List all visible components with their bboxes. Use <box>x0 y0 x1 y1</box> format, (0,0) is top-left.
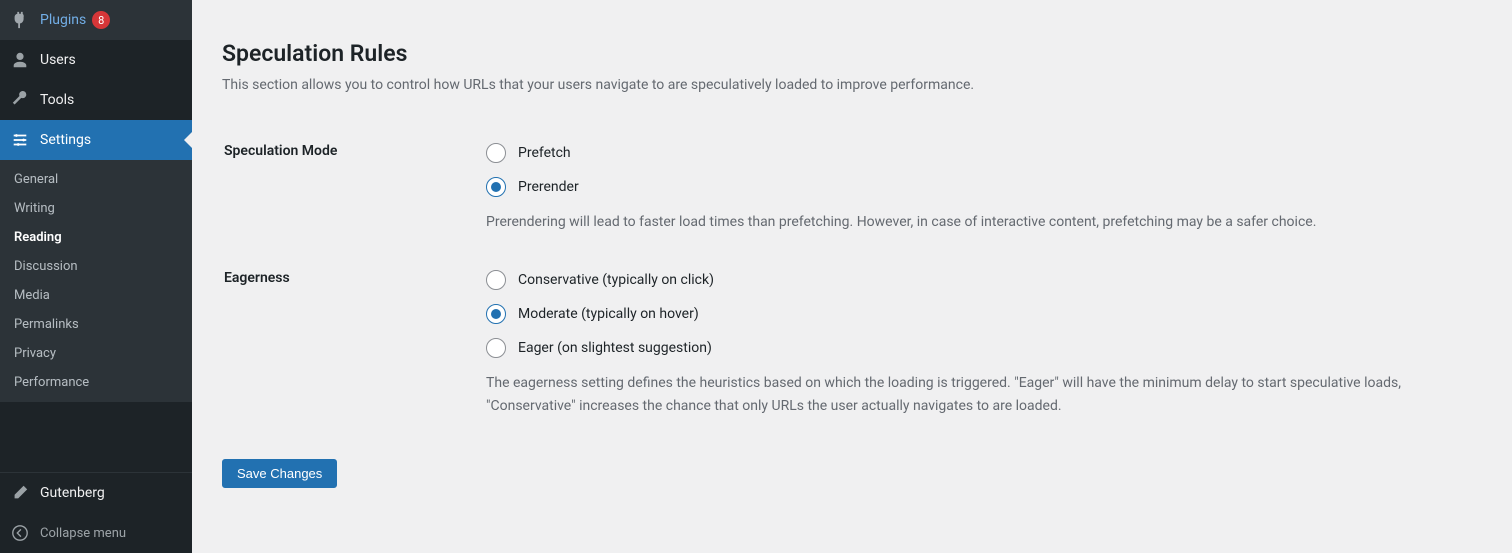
settings-submenu: General Writing Reading Discussion Media… <box>0 160 192 402</box>
eagerness-option-label: Moderate (typically on hover) <box>518 306 699 322</box>
mode-label: Speculation Mode <box>224 128 484 253</box>
eagerness-option-eager[interactable]: Eager (on slightest suggestion) <box>486 338 1470 358</box>
user-icon <box>10 50 30 70</box>
mode-option-label: Prerender <box>518 179 579 195</box>
sidebar-item-settings[interactable]: Settings <box>0 120 192 160</box>
page-title: Speculation Rules <box>222 40 1482 67</box>
eagerness-option-conservative[interactable]: Conservative (typically on click) <box>486 270 1470 290</box>
sidebar-item-label: Plugins <box>40 12 86 28</box>
mode-option-prefetch[interactable]: Prefetch <box>486 143 1470 163</box>
submenu-privacy[interactable]: Privacy <box>0 339 192 368</box>
eagerness-radio-eager[interactable] <box>486 338 506 358</box>
sidebar-item-label: Users <box>40 52 76 68</box>
collapse-menu[interactable]: Collapse menu <box>0 513 192 553</box>
eagerness-option-label: Conservative (typically on click) <box>518 272 714 288</box>
update-badge: 8 <box>92 11 110 29</box>
submenu-permalinks[interactable]: Permalinks <box>0 310 192 339</box>
submenu-media[interactable]: Media <box>0 281 192 310</box>
mode-option-prerender[interactable]: Prerender <box>486 177 1470 197</box>
mode-help: Prerendering will lead to faster load ti… <box>486 211 1446 233</box>
mode-radio-prefetch[interactable] <box>486 143 506 163</box>
collapse-label: Collapse menu <box>40 526 126 541</box>
sidebar-item-label: Gutenberg <box>40 485 105 501</box>
mode-option-label: Prefetch <box>518 145 571 161</box>
admin-sidebar: Plugins 8 Users Tools Settings General W… <box>0 0 192 553</box>
submenu-discussion[interactable]: Discussion <box>0 252 192 281</box>
main-content: Speculation Rules This section allows yo… <box>192 0 1512 553</box>
pencil-icon <box>10 483 30 503</box>
sidebar-item-plugins[interactable]: Plugins 8 <box>0 0 192 40</box>
eagerness-label: Eagerness <box>224 255 484 437</box>
eagerness-radio-moderate[interactable] <box>486 304 506 324</box>
plugin-icon <box>10 10 30 30</box>
submenu-general[interactable]: General <box>0 165 192 194</box>
wrench-icon <box>10 90 30 110</box>
submenu-reading[interactable]: Reading <box>0 223 192 252</box>
submenu-performance[interactable]: Performance <box>0 368 192 397</box>
sidebar-item-label: Tools <box>40 92 74 108</box>
sidebar-item-tools[interactable]: Tools <box>0 80 192 120</box>
sidebar-item-label: Settings <box>40 132 91 148</box>
submenu-writing[interactable]: Writing <box>0 194 192 223</box>
mode-radio-prerender[interactable] <box>486 177 506 197</box>
sliders-icon <box>10 130 30 150</box>
save-button[interactable]: Save Changes <box>222 459 337 488</box>
eagerness-radio-conservative[interactable] <box>486 270 506 290</box>
eagerness-option-moderate[interactable]: Moderate (typically on hover) <box>486 304 1470 324</box>
page-description: This section allows you to control how U… <box>222 75 1482 96</box>
settings-form: Speculation Mode Prefetch Prerender Prer… <box>222 126 1482 439</box>
eagerness-option-label: Eager (on slightest suggestion) <box>518 340 712 356</box>
eagerness-help: The eagerness setting defines the heuris… <box>486 372 1446 417</box>
sidebar-item-gutenberg[interactable]: Gutenberg <box>0 473 192 513</box>
sidebar-item-users[interactable]: Users <box>0 40 192 80</box>
collapse-icon <box>10 523 30 543</box>
